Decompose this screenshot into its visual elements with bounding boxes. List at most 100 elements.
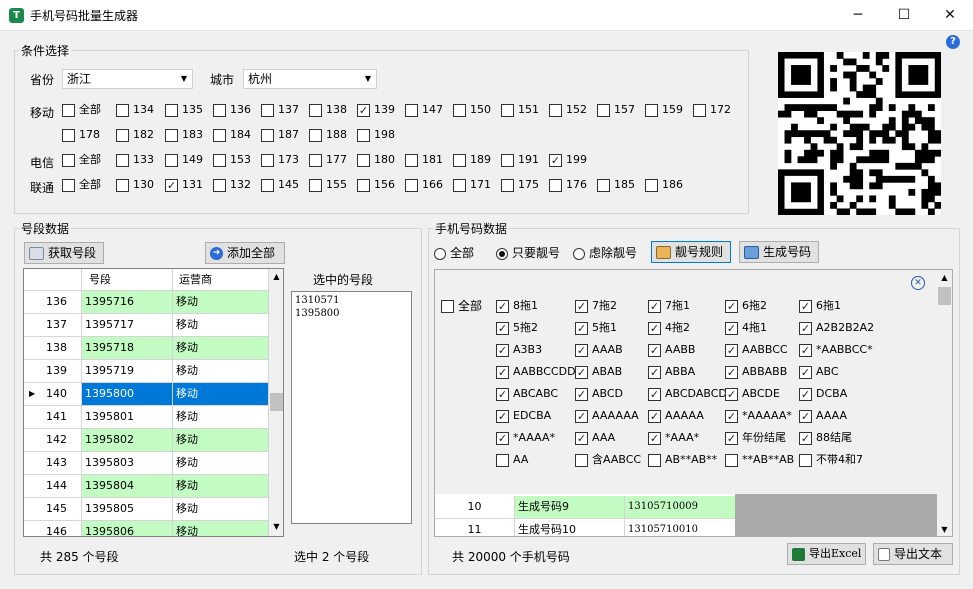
rule-check-0[interactable]: ✓ 8拖1 (496, 299, 538, 315)
mobile-check-139[interactable]: ✓ 139 (357, 103, 395, 119)
result-row[interactable]: 10 生成号码9 13105710009 (435, 496, 735, 519)
telecom-check-全部[interactable]: 全部 (62, 153, 101, 169)
telecom-check-180[interactable]: 180 (357, 153, 395, 169)
table-row[interactable]: 144 1395804 移动 (24, 475, 269, 498)
rule-check-37[interactable]: AB**AB** (648, 453, 717, 469)
mobile-check-159[interactable]: 159 (645, 103, 683, 119)
scroll-thumb[interactable] (270, 393, 283, 411)
telecom-check-133[interactable]: 133 (116, 153, 154, 169)
table-row[interactable]: 139 1395719 移动 (24, 360, 269, 383)
rule-check-35[interactable]: AA (496, 453, 528, 469)
rule-check-30[interactable]: ✓ *AAAA* (496, 431, 555, 447)
rule-check-15[interactable]: ✓ AABBCCDD (496, 365, 576, 381)
rule-check-16[interactable]: ✓ ABAB (575, 365, 622, 381)
header-segment[interactable]: 号段 (82, 269, 173, 291)
rule-check-19[interactable]: ✓ ABC (799, 365, 839, 381)
rule-check-6[interactable]: ✓ 5拖1 (575, 321, 617, 337)
rule-check-39[interactable]: 不带4和7 (799, 453, 863, 469)
mobile-check-182[interactable]: 182 (116, 128, 154, 144)
scroll-up-icon[interactable]: ▲ (937, 270, 952, 285)
close-popup-icon[interactable]: ✕ (911, 276, 925, 290)
unicom-check-130[interactable]: 130 (116, 178, 154, 194)
mobile-check-135[interactable]: 135 (165, 103, 203, 119)
rules-button[interactable]: 靓号规则 (651, 241, 731, 263)
get-segments-button[interactable]: 获取号段 (24, 242, 104, 264)
rule-check-27[interactable]: ✓ AAAAA (648, 409, 704, 425)
mobile-check-151[interactable]: 151 (501, 103, 539, 119)
telecom-check-191[interactable]: 191 (501, 153, 539, 169)
unicom-check-171[interactable]: 171 (453, 178, 491, 194)
export-excel-button[interactable]: 导出Excel (787, 543, 866, 565)
rule-check-7[interactable]: ✓ 4拖2 (648, 321, 690, 337)
export-text-button[interactable]: 导出文本 (873, 543, 953, 565)
generate-button[interactable]: 生成号码 (739, 241, 819, 263)
province-select[interactable]: 浙江 ▼ (62, 69, 193, 89)
scroll-thumb[interactable] (938, 287, 951, 305)
unicom-check-176[interactable]: 176 (549, 178, 587, 194)
city-select[interactable]: 杭州 ▼ (243, 69, 377, 89)
rule-check-31[interactable]: ✓ AAA (575, 431, 615, 447)
rule-check-18[interactable]: ✓ ABBABB (725, 365, 787, 381)
rule-check-23[interactable]: ✓ ABCDE (725, 387, 780, 403)
rule-check-12[interactable]: ✓ AABB (648, 343, 695, 359)
unicom-check-156[interactable]: 156 (357, 178, 395, 194)
mobile-check-188[interactable]: 188 (309, 128, 347, 144)
rules-check-all[interactable]: 全部 (441, 299, 482, 315)
rule-check-1[interactable]: ✓ 7拖2 (575, 299, 617, 315)
rule-check-3[interactable]: ✓ 6拖2 (725, 299, 767, 315)
telecom-check-189[interactable]: 189 (453, 153, 491, 169)
table-row[interactable]: 141 1395801 移动 (24, 406, 269, 429)
rule-check-26[interactable]: ✓ AAAAAA (575, 409, 639, 425)
maximize-button[interactable]: ☐ (881, 0, 927, 31)
rule-check-36[interactable]: 含AABCC (575, 453, 641, 469)
rule-check-29[interactable]: ✓ AAAA (799, 409, 847, 425)
unicom-check-全部[interactable]: 全部 (62, 178, 101, 194)
table-row[interactable]: 137 1395717 移动 (24, 314, 269, 337)
telecom-check-173[interactable]: 173 (261, 153, 299, 169)
scroll-up-icon[interactable]: ▲ (269, 269, 283, 284)
rule-check-20[interactable]: ✓ ABCABC (496, 387, 558, 403)
rule-check-2[interactable]: ✓ 7拖1 (648, 299, 690, 315)
selected-segments-list[interactable]: 1310571 1395800 (291, 291, 412, 524)
unicom-check-155[interactable]: 155 (309, 178, 347, 194)
rule-check-22[interactable]: ✓ ABCDABCD (648, 387, 727, 403)
unicom-check-186[interactable]: 186 (645, 178, 683, 194)
mobile-check-150[interactable]: 150 (453, 103, 491, 119)
unicom-check-185[interactable]: 185 (597, 178, 635, 194)
list-item[interactable]: 1310571 (295, 294, 408, 307)
rule-check-28[interactable]: ✓ *AAAAA* (725, 409, 792, 425)
telecom-check-199[interactable]: ✓ 199 (549, 153, 587, 169)
segment-grid[interactable]: 号段 运营商 136 1395716 移动 137 1395717 移动 138 139571… (23, 268, 284, 537)
rule-check-4[interactable]: ✓ 6拖1 (799, 299, 841, 315)
rule-check-9[interactable]: ✓ A2B2B2A2 (799, 321, 874, 337)
rule-check-24[interactable]: ✓ DCBA (799, 387, 847, 403)
header-carrier[interactable]: 运营商 (173, 269, 269, 291)
rule-check-14[interactable]: ✓ *AABBCC* (799, 343, 873, 359)
close-button[interactable]: ✕ (927, 0, 973, 31)
mobile-check-172[interactable]: 172 (693, 103, 731, 119)
add-all-button[interactable]: ➜ 添加全部 (205, 242, 285, 264)
mobile-check-157[interactable]: 157 (597, 103, 635, 119)
radio-filter-pretty[interactable]: 虑除靓号 (573, 246, 637, 260)
mobile-check-152[interactable]: 152 (549, 103, 587, 119)
mobile-check-183[interactable]: 183 (165, 128, 203, 144)
rule-check-11[interactable]: ✓ AAAB (575, 343, 623, 359)
table-row[interactable]: 136 1395716 移动 (24, 291, 269, 314)
radio-only-pretty[interactable]: 只要靓号 (496, 246, 560, 260)
telecom-check-181[interactable]: 181 (405, 153, 443, 169)
unicom-check-131[interactable]: ✓ 131 (165, 178, 203, 194)
rule-check-17[interactable]: ✓ ABBA (648, 365, 695, 381)
unicom-check-132[interactable]: 132 (213, 178, 251, 194)
scroll-down-icon[interactable]: ▼ (269, 519, 283, 534)
rule-check-32[interactable]: ✓ *AAA* (648, 431, 699, 447)
rule-check-13[interactable]: ✓ AABBCC (725, 343, 788, 359)
unicom-check-145[interactable]: 145 (261, 178, 299, 194)
table-row[interactable]: 146 1395806 移动 (24, 521, 269, 536)
radio-all[interactable]: 全部 (434, 246, 474, 260)
minimize-button[interactable]: ─ (835, 0, 881, 31)
result-row[interactable]: 11 生成号码10 13105710010 (435, 519, 735, 536)
rule-check-5[interactable]: ✓ 5拖2 (496, 321, 538, 337)
vertical-scrollbar[interactable]: ▲ ▼ (269, 269, 283, 536)
rule-check-38[interactable]: **AB**AB (725, 453, 794, 469)
table-row[interactable]: 143 1395803 移动 (24, 452, 269, 475)
